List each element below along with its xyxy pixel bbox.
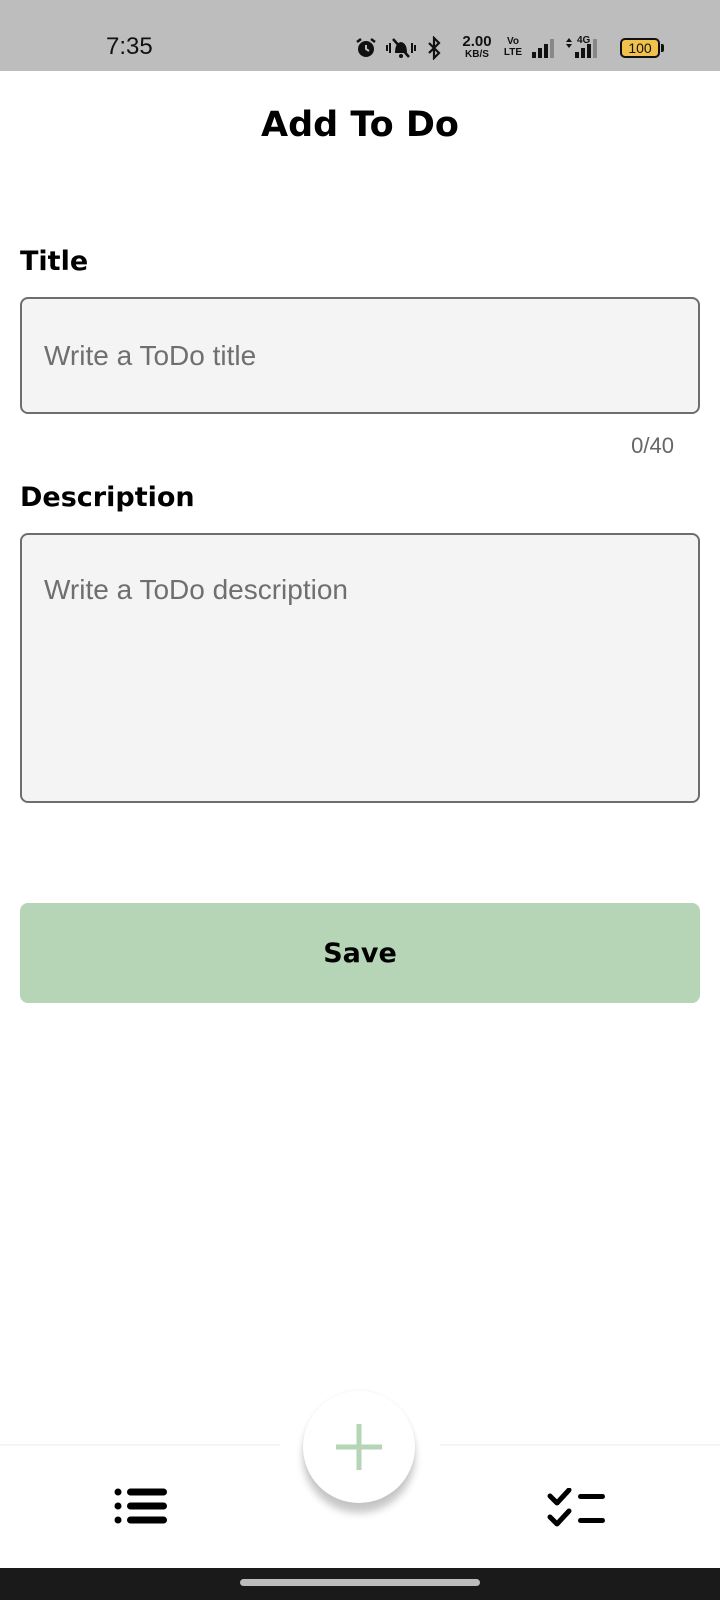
status-bar: 7:35 2.00 KB/S Vo LTE 4G 100: [0, 0, 720, 71]
volte-bottom: LTE: [503, 47, 523, 58]
status-time: 7:35: [106, 33, 153, 60]
net-speed-unit: KB/S: [465, 49, 489, 60]
description-input[interactable]: [20, 533, 700, 803]
title-char-counter: 0/40: [631, 433, 674, 458]
add-icon: [336, 1424, 382, 1470]
system-nav-bar: [0, 1568, 720, 1600]
completed-list-icon: [547, 1487, 605, 1527]
nav-completed-list[interactable]: [547, 1487, 607, 1530]
page-title: Add To Do: [261, 105, 459, 145]
net-speed: 2.00 KB/S: [457, 34, 497, 60]
volte-indicator: Vo LTE: [500, 36, 526, 58]
alarm-icon: [356, 38, 376, 57]
title-label: Title: [20, 246, 89, 277]
description-label: Description: [20, 482, 195, 513]
save-button[interactable]: Save: [20, 903, 700, 1003]
battery-icon: 100: [620, 38, 660, 58]
bluetooth-icon: [428, 36, 441, 60]
title-input[interactable]: [20, 297, 700, 414]
home-indicator[interactable]: [240, 1579, 480, 1586]
list-icon: [114, 1488, 167, 1524]
net-speed-value: 2.00: [462, 33, 492, 50]
vibrate-icon: [386, 38, 416, 58]
nav-todo-list[interactable]: [114, 1488, 170, 1524]
volte-top: Vo: [506, 36, 520, 47]
battery-tip: [661, 44, 664, 52]
signal-icon: [532, 39, 554, 58]
add-todo-fab[interactable]: [303, 1391, 415, 1503]
signal-icon-2: [566, 38, 597, 58]
